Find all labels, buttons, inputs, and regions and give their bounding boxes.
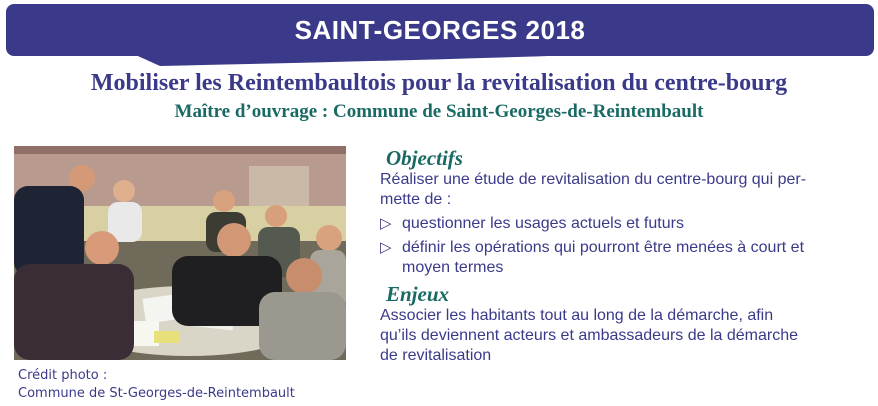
enjeux-line-2: qu’ils deviennent acteurs et ambassadeur… [380,327,799,344]
enjeux-text: Associer les habitants tout au long de l… [380,306,870,366]
content-column: Objectifs Réaliser une étude de revitali… [380,146,870,366]
enjeux-line-3: de revitalisation [380,347,492,364]
objectifs-bullet-2: ▷ définir les opérations qui pourront êt… [380,238,870,278]
objectifs-intro: Réaliser une étude de revitalisation du … [380,170,870,210]
workshop-photo [14,146,346,360]
triangle-right-outline-icon: ▷ [380,239,392,256]
objectifs-bullet-2-line-2: moyen termes [402,259,504,276]
page-title: Mobiliser les Reintembaultois pour la re… [90,70,788,96]
page-subtitle: Maître d’ouvrage : Commune de Saint-Geor… [174,101,704,122]
banner-title: SAINT-GEORGES 2018 [294,14,586,45]
objectifs-bullet-1: ▷ questionner les usages actuels et futu… [380,214,870,234]
objectifs-intro-line-1: Réaliser une étude de revitalisation du … [380,171,807,188]
objectifs-intro-line-2: mette de : [380,191,452,208]
photo-credit: Crédit photo : Commune de St-Georges-de-… [18,367,295,403]
photo-credit-source: Commune de St-Georges-de-Reintembault [18,386,295,401]
triangle-right-outline-icon: ▷ [380,215,392,232]
enjeux-line-1: Associer les habitants tout au long de l… [380,307,774,324]
objectifs-heading: Objectifs [386,146,463,170]
enjeux-heading: Enjeux [386,282,450,306]
objectifs-bullet-1-text: questionner les usages actuels et futurs [402,215,684,232]
photo-credit-label: Crédit photo : [18,368,108,383]
objectifs-bullet-2-line-1: définir les opérations qui pourront être… [402,239,805,256]
